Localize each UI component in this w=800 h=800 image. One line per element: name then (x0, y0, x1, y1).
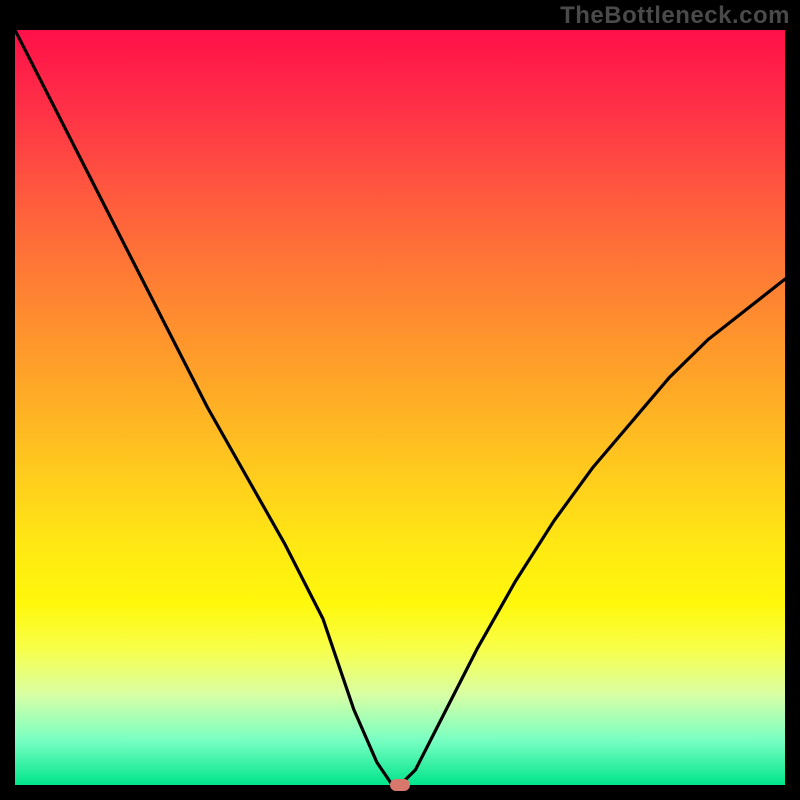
optimum-marker (390, 779, 410, 791)
plot-area (15, 30, 785, 785)
attribution-label: TheBottleneck.com (560, 2, 790, 30)
bottleneck-curve (15, 30, 785, 785)
chart-frame: TheBottleneck.com (0, 0, 800, 800)
